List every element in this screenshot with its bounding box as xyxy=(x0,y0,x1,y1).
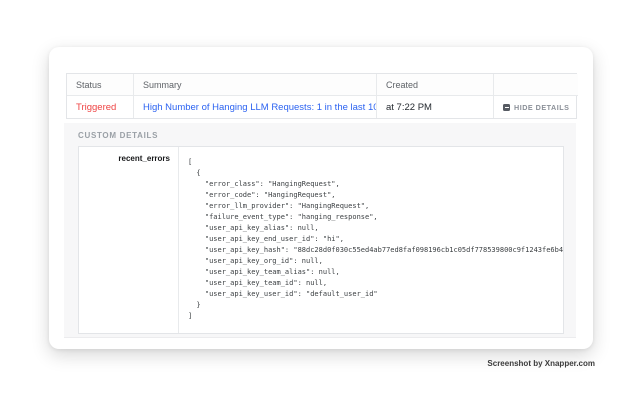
recent-errors-json: [ { "error_class": "HangingRequest", "er… xyxy=(179,147,563,322)
table-row-actions-cell: HIDE DETAILS xyxy=(494,96,578,118)
detail-key-recent-errors: recent_errors xyxy=(79,147,179,333)
created-timestamp: at 7:22 PM xyxy=(386,102,432,113)
custom-details-heading: CUSTOM DETAILS xyxy=(78,131,158,140)
alert-details-card: Status Summary Created Triggered High Nu… xyxy=(49,47,593,349)
table-row-summary-cell: High Number of Hanging LLM Requests: 1 i… xyxy=(134,96,377,118)
hide-details-button[interactable]: HIDE DETAILS xyxy=(503,103,569,112)
detail-value-cell: [ { "error_class": "HangingRequest", "er… xyxy=(179,147,563,333)
hide-details-label: HIDE DETAILS xyxy=(514,103,569,112)
collapse-minus-icon xyxy=(503,104,510,111)
custom-details-section: CUSTOM DETAILS recent_errors [ { "error_… xyxy=(64,123,576,338)
column-header-created: Created xyxy=(377,74,494,96)
alert-summary-link[interactable]: High Number of Hanging LLM Requests: 1 i… xyxy=(143,102,377,113)
recent-errors-detail-box: recent_errors [ { "error_class": "Hangin… xyxy=(78,146,564,334)
column-header-actions xyxy=(494,74,578,96)
status-badge: Triggered xyxy=(76,102,116,113)
table-row-created-cell: at 7:22 PM xyxy=(377,96,494,118)
xnapper-watermark: Screenshot by Xnapper.com xyxy=(487,359,595,368)
column-header-status: Status xyxy=(67,74,134,96)
column-header-summary: Summary xyxy=(134,74,377,96)
table-row-status-cell: Triggered xyxy=(67,96,134,118)
alerts-table: Status Summary Created Triggered High Nu… xyxy=(66,73,577,119)
